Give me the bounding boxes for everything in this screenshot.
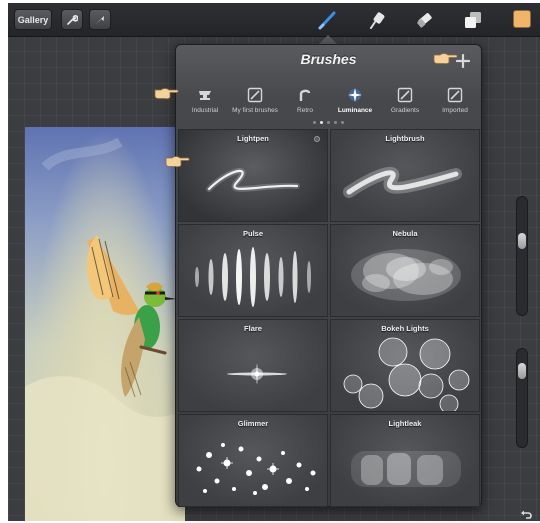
- brush-icon[interactable]: [317, 9, 339, 31]
- top-toolbar: Gallery: [8, 3, 540, 37]
- pointing-hand-icon: [154, 88, 179, 100]
- brush-preview: [227, 364, 287, 384]
- sparkle-icon: [348, 88, 362, 102]
- transform-arrow-icon: [96, 15, 104, 24]
- brush-name: Flare: [244, 324, 262, 333]
- plus-icon: [455, 53, 471, 69]
- tab-label: Luminance: [337, 107, 373, 114]
- brush-preview: [343, 166, 462, 198]
- brush-preview: [351, 249, 461, 301]
- brush-preview: [351, 451, 461, 487]
- brush-cell-lightpen[interactable]: Lightpen: [178, 129, 328, 222]
- brush-name: Lightleak: [388, 419, 422, 428]
- brush-size-slider[interactable]: [516, 196, 528, 316]
- bird-illustration: [25, 137, 185, 521]
- tab-industrial[interactable]: Industrial: [180, 85, 230, 121]
- tab-label: Imported: [442, 107, 468, 114]
- undo-icon[interactable]: [520, 509, 534, 521]
- gallery-button[interactable]: Gallery: [14, 9, 52, 30]
- eraser-icon[interactable]: [414, 9, 436, 31]
- brush-grid: Lightpen Lightbrush Pulse Nebula Flare B…: [178, 129, 480, 507]
- actions-button[interactable]: [61, 9, 83, 30]
- tab-label: My first brushes: [232, 107, 278, 114]
- brush-name: Lightbrush: [385, 134, 425, 143]
- tab-label: Gradients: [390, 107, 420, 114]
- canvas-artwork[interactable]: [25, 127, 185, 521]
- tab-my-first-brushes[interactable]: My first brushes: [230, 85, 280, 121]
- tab-label: Industrial: [191, 107, 219, 114]
- brush-preview: [195, 247, 311, 307]
- page-dot: [312, 121, 316, 124]
- brush-cell-lightbrush[interactable]: Lightbrush: [330, 129, 480, 222]
- pencil-square-icon: [447, 87, 463, 103]
- brush-cell-glimmer[interactable]: Glimmer: [178, 414, 328, 507]
- brush-cell-nebula[interactable]: Nebula: [330, 224, 480, 317]
- page-dot: [326, 121, 330, 124]
- brush-cell-pulse[interactable]: Pulse: [178, 224, 328, 317]
- tab-gradients[interactable]: Gradients: [380, 85, 430, 121]
- popover-arrow: [319, 35, 337, 44]
- wrench-icon: [67, 14, 78, 25]
- brush-preview: [196, 443, 316, 495]
- smudge-icon[interactable]: [366, 9, 388, 31]
- page-indicator: [298, 121, 358, 125]
- pencil-square-icon: [247, 87, 263, 103]
- brushes-panel: Brushes Industrial My first brushes Retr…: [175, 44, 482, 507]
- brush-cell-lightleak[interactable]: Lightleak: [330, 414, 480, 507]
- page-dot: [333, 121, 337, 124]
- brush-name: Bokeh Lights: [381, 324, 429, 333]
- retro-icon: [299, 89, 311, 101]
- brush-cell-bokeh-lights[interactable]: Bokeh Lights: [330, 319, 480, 412]
- tab-retro[interactable]: Retro: [280, 85, 330, 121]
- color-swatch[interactable]: [513, 10, 531, 28]
- brush-preview: [343, 337, 470, 411]
- brush-name: Glimmer: [237, 419, 269, 428]
- layers-icon[interactable]: [462, 9, 484, 31]
- pencil-square-icon: [397, 87, 413, 103]
- opacity-slider[interactable]: [516, 348, 528, 448]
- brush-category-tabs: Industrial My first brushes Retro Lumina…: [180, 85, 478, 123]
- tab-imported[interactable]: Imported: [430, 85, 480, 121]
- brush-name: Pulse: [242, 229, 263, 238]
- brush-size-knob[interactable]: [518, 233, 526, 249]
- brush-preview: [206, 167, 300, 192]
- brush-name: Nebula: [392, 229, 418, 238]
- tab-luminance[interactable]: Luminance: [330, 85, 380, 121]
- transform-button[interactable]: [89, 9, 111, 30]
- pointing-hand-icon: [165, 156, 190, 168]
- pointing-hand-icon: [433, 53, 458, 65]
- anvil-icon: [199, 91, 211, 100]
- tab-label: Retro: [297, 107, 313, 114]
- gear-icon[interactable]: [313, 135, 321, 143]
- page-dot: [319, 121, 323, 124]
- opacity-knob[interactable]: [518, 363, 526, 379]
- brush-name: Lightpen: [237, 134, 269, 143]
- page-dot: [340, 121, 344, 124]
- brush-cell-flare[interactable]: Flare: [178, 319, 328, 412]
